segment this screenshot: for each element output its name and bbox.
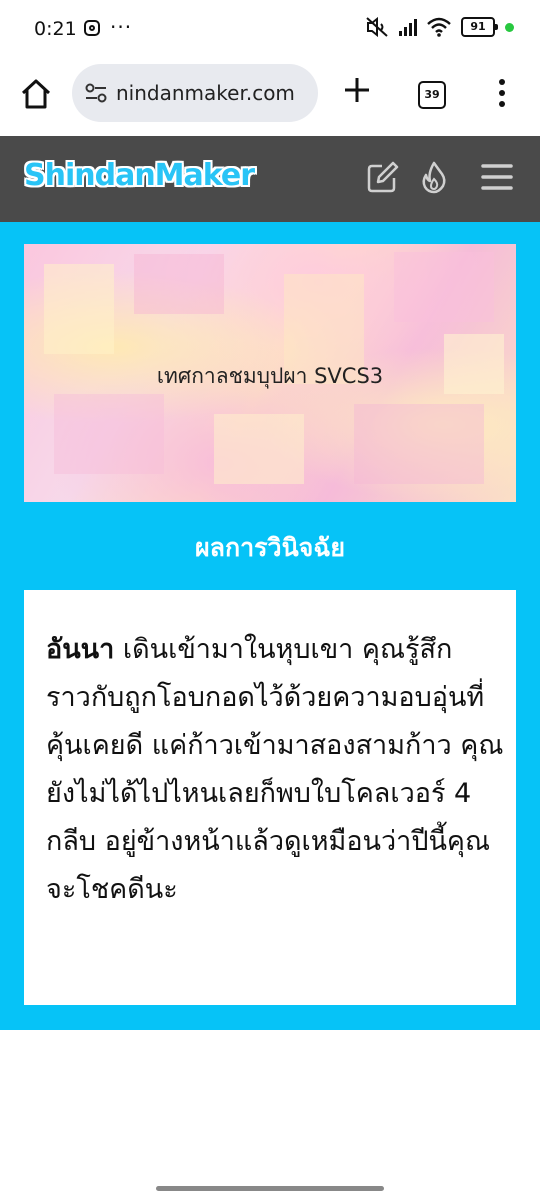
- gesture-navigation-bar[interactable]: [156, 1186, 384, 1191]
- site-logo[interactable]: ShindanMaker: [24, 158, 255, 193]
- home-icon[interactable]: [18, 76, 54, 112]
- mute-icon: [366, 17, 388, 37]
- site-settings-icon[interactable]: [84, 82, 108, 104]
- result-heading: ผลการวินิจฉัย: [194, 533, 346, 562]
- privacy-indicator-dot: [505, 22, 514, 32]
- result-text: อันนา เดินเข้ามาในหุบเขา คุณรู้สึกราวกับ…: [46, 626, 506, 914]
- result-name: อันนา: [46, 634, 115, 665]
- more-notifications-icon: ···: [110, 15, 133, 39]
- browser-toolbar: nindanmaker.com 39: [0, 60, 540, 136]
- hamburger-menu-icon[interactable]: [480, 160, 514, 194]
- diagnosis-banner[interactable]: เทศกาลชมบุปผา SVCS3: [24, 244, 516, 502]
- url-text[interactable]: nindanmaker.com: [116, 81, 295, 105]
- status-time: 0:21: [34, 18, 77, 40]
- new-tab-icon[interactable]: [341, 74, 373, 106]
- status-icons: 91: [365, 17, 514, 37]
- edit-icon[interactable]: [366, 160, 400, 194]
- main-content: เทศกาลชมบุปผา SVCS3 ผลการวินิจฉัย อันนา …: [0, 222, 540, 1030]
- instagram-icon: [84, 20, 100, 36]
- tab-switcher-button[interactable]: 39: [418, 81, 446, 109]
- site-header: ShindanMaker: [0, 136, 540, 222]
- banner-title: เทศกาลชมบุปผา SVCS3: [156, 364, 384, 388]
- flame-icon[interactable]: [417, 160, 451, 194]
- overflow-menu-icon[interactable]: [494, 76, 510, 110]
- wifi-icon: [427, 17, 451, 37]
- battery-icon: 91: [461, 17, 498, 37]
- result-body: เดินเข้ามาในหุบเขา คุณรู้สึกราวกับถูกโอบ…: [46, 634, 504, 905]
- result-box: อันนา เดินเข้ามาในหุบเขา คุณรู้สึกราวกับ…: [24, 590, 516, 1005]
- status-bar: 0:21 ··· 91: [0, 0, 540, 60]
- signal-icon: [399, 18, 417, 36]
- address-bar[interactable]: nindanmaker.com: [72, 64, 318, 122]
